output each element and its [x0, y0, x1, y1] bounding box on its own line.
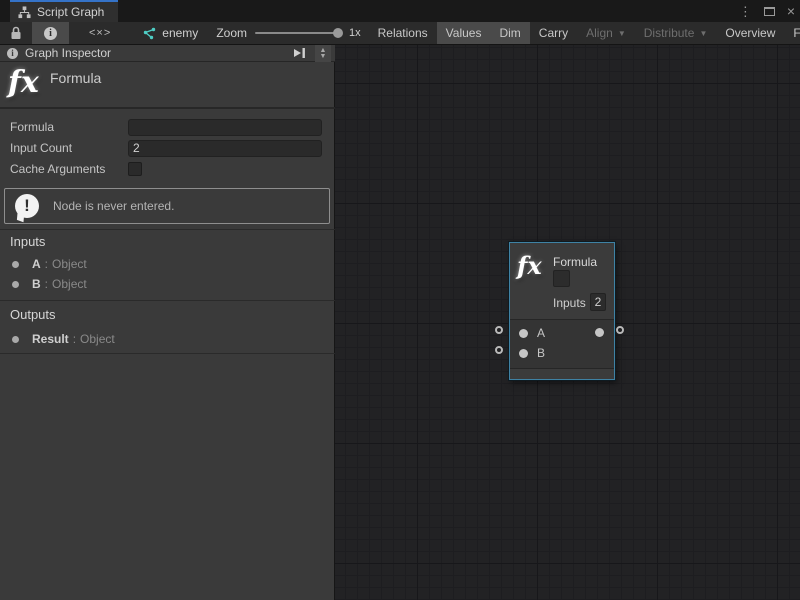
connection-point-result-icon[interactable] [616, 326, 624, 334]
chevron-down-icon: ▼ [618, 29, 626, 38]
output-port-result: Result : Object [0, 329, 335, 349]
outputs-section-header: Outputs [10, 307, 56, 322]
node-inputs-label: Inputs [553, 296, 586, 310]
connection-point-a-icon[interactable] [495, 326, 503, 334]
connection-point-b-icon[interactable] [495, 346, 503, 354]
warning-box: ! Node is never entered. [4, 188, 330, 224]
zoom-value: 1x [349, 27, 361, 39]
tab-bar: Script Graph ⋮ × [0, 0, 800, 22]
window-controls: ⋮ × [739, 0, 795, 22]
input-count-label: Input Count [0, 141, 128, 155]
warning-glyph: ! [24, 196, 30, 216]
formula-field-row: Formula [0, 117, 335, 137]
info-icon: i [44, 27, 57, 40]
graph-toolbar: i <×> enemy Zoom 1x Relations Value [0, 22, 800, 45]
graph-breadcrumb-icon [141, 27, 156, 40]
node-inputs-count[interactable]: 2 [590, 293, 606, 311]
scroll-up-icon[interactable]: ▲ [320, 48, 327, 53]
port-name: B [32, 277, 41, 291]
zoom-slider[interactable] [255, 32, 341, 34]
port-separator: : [45, 257, 48, 271]
scroll-down-icon[interactable]: ▼ [320, 54, 327, 59]
align-label: Align [586, 26, 613, 40]
port-type: Object [52, 257, 87, 271]
input-port-icon[interactable] [519, 349, 528, 358]
breadcrumb-label: enemy [162, 26, 198, 40]
tab-script-graph[interactable]: Script Graph [10, 0, 118, 22]
values-button[interactable]: Values [437, 22, 491, 44]
zoom-control: Zoom 1x [208, 22, 368, 44]
input-count-input[interactable] [128, 140, 322, 157]
port-type: Object [52, 277, 87, 291]
node-title-block: fx Formula [0, 62, 335, 109]
inspector-toggle-button[interactable]: i [32, 22, 69, 44]
formula-field-label: Formula [0, 120, 128, 134]
input-port-icon[interactable] [519, 329, 528, 338]
port-dot-icon [12, 261, 19, 268]
align-dropdown[interactable]: Align ▼ [577, 22, 635, 44]
close-icon[interactable]: × [787, 4, 795, 18]
inspector-title: Graph Inspector [25, 46, 285, 60]
overview-button[interactable]: Overview [716, 22, 784, 44]
script-graph-icon [18, 6, 31, 19]
node-port-label: B [537, 346, 545, 360]
input-port-b: B : Object [0, 274, 335, 294]
formula-fx-icon: fx [8, 65, 39, 100]
panel-scroll-spinner[interactable]: ▲ ▼ [315, 45, 331, 62]
cache-arguments-label: Cache Arguments [0, 162, 128, 176]
info-icon: i [7, 48, 18, 59]
detach-panel-icon[interactable] [292, 47, 306, 59]
node-port-row-b: B [510, 343, 614, 363]
port-separator: : [73, 332, 76, 346]
lock-button[interactable] [0, 22, 32, 44]
port-separator: : [45, 277, 48, 291]
port-type: Object [80, 332, 115, 346]
node-port-label: A [537, 326, 545, 340]
graph-inspector-panel: i Graph Inspector ▲ ▼ fx Formula Formula… [0, 45, 335, 600]
warning-text: Node is never entered. [53, 199, 174, 213]
maximize-icon[interactable] [764, 7, 775, 16]
script-graph-window: Script Graph ⋮ × i <×> [0, 0, 800, 600]
port-dot-icon [12, 281, 19, 288]
zoom-label: Zoom [216, 26, 247, 40]
formula-node[interactable]: fx Formula Inputs 2 A B [509, 242, 615, 380]
distribute-dropdown[interactable]: Distribute ▼ [635, 22, 717, 44]
relations-button[interactable]: Relations [369, 22, 437, 44]
cache-arguments-row: Cache Arguments [0, 159, 335, 179]
warning-icon: ! [15, 194, 39, 218]
dim-button[interactable]: Dim [490, 22, 529, 44]
window-menu-icon[interactable]: ⋮ [739, 5, 752, 18]
distribute-label: Distribute [644, 26, 695, 40]
formula-node-header: fx Formula Inputs 2 [510, 243, 614, 320]
node-footer [510, 368, 614, 379]
input-port-a: A : Object [0, 254, 335, 274]
formula-input[interactable] [128, 119, 322, 136]
port-dot-icon [12, 336, 19, 343]
carry-button[interactable]: Carry [530, 22, 577, 44]
fullscreen-button[interactable]: Full Screen [784, 22, 800, 44]
tab-label: Script Graph [37, 5, 104, 19]
output-port-icon[interactable] [595, 328, 604, 337]
port-name: Result [32, 332, 69, 346]
inspector-node-title: Formula [50, 70, 101, 86]
node-formula-input[interactable] [553, 270, 570, 287]
cache-arguments-checkbox[interactable] [128, 162, 142, 176]
node-title: Formula [553, 255, 597, 269]
port-name: A [32, 257, 41, 271]
code-icon: <×> [89, 27, 111, 39]
lock-icon [10, 26, 22, 40]
inputs-section-header: Inputs [10, 234, 45, 249]
breadcrumb[interactable]: enemy [131, 22, 208, 44]
input-count-field-row: Input Count [0, 138, 335, 158]
zoom-slider-handle[interactable] [333, 28, 343, 38]
chevron-down-icon: ▼ [699, 29, 707, 38]
graph-canvas[interactable]: fx Formula Inputs 2 A B [335, 45, 800, 600]
inspector-header: i Graph Inspector ▲ ▼ [0, 45, 335, 62]
code-view-button[interactable]: <×> [69, 22, 131, 44]
fx-icon: fx [517, 251, 542, 280]
